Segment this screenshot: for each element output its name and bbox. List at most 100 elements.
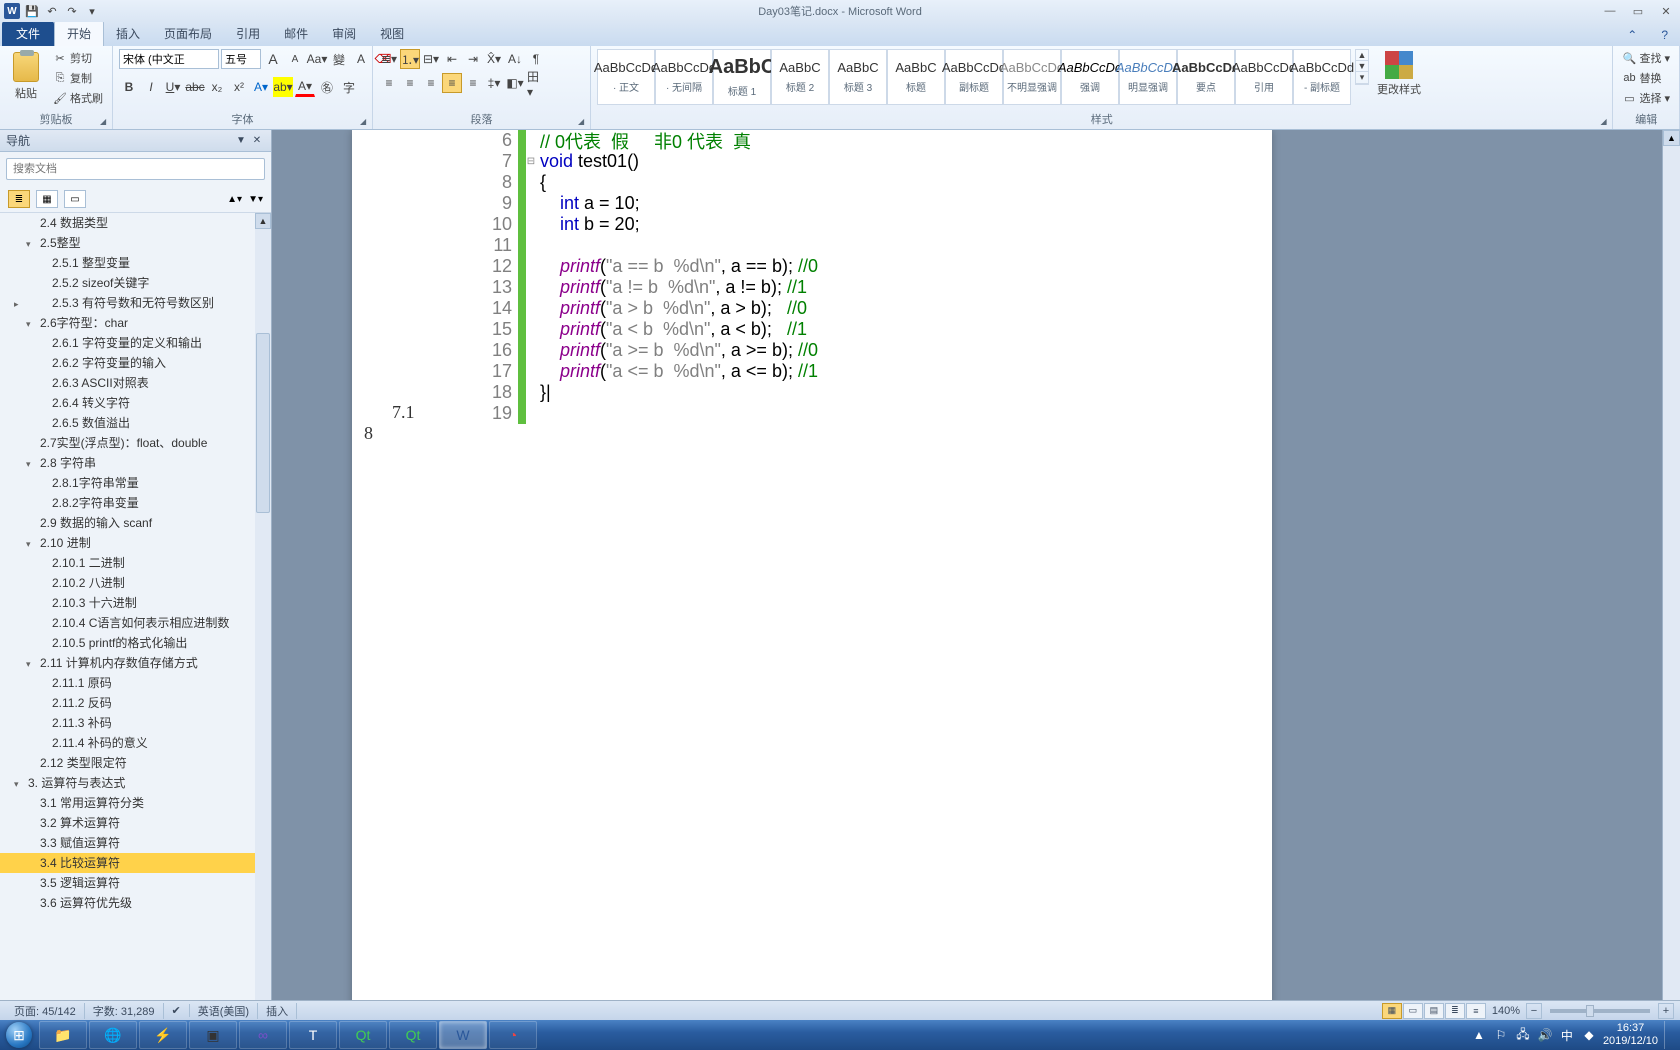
- enclose-char-button[interactable]: 字: [339, 77, 359, 97]
- styles-scroll[interactable]: ▲▼▾: [1355, 49, 1369, 85]
- style-item[interactable]: AaBbCcDd· 无间隔: [655, 49, 713, 105]
- superscript-button[interactable]: x²: [229, 77, 249, 97]
- nav-item[interactable]: ▾2.11 计算机内存数值存储方式: [0, 653, 271, 673]
- nav-item[interactable]: 2.4 数据类型: [0, 213, 271, 233]
- nav-item[interactable]: 2.9 数据的输入 scanf: [0, 513, 271, 533]
- style-item[interactable]: AaBbCcDd· 正文: [597, 49, 655, 105]
- align-left-button[interactable]: ≡: [379, 73, 399, 93]
- borders-button[interactable]: 田▾: [526, 73, 546, 93]
- style-item[interactable]: AaBbC标题 3: [829, 49, 887, 105]
- clipboard-dialog-launcher[interactable]: ◢: [100, 117, 110, 127]
- view-draft[interactable]: ≡: [1466, 1003, 1486, 1019]
- nav-item[interactable]: 2.7实型(浮点型)：float、double: [0, 433, 271, 453]
- restore-button[interactable]: ▭: [1628, 4, 1648, 18]
- replace-button[interactable]: ab替换: [1619, 69, 1673, 87]
- tray-sound-icon[interactable]: 🔊: [1537, 1027, 1553, 1043]
- nav-scroll-thumb[interactable]: [256, 333, 270, 513]
- nav-item[interactable]: 2.10.4 C语言如何表示相应进制数: [0, 613, 271, 633]
- underline-button[interactable]: U▾: [163, 77, 183, 97]
- save-icon[interactable]: 💾: [24, 3, 40, 19]
- nav-item[interactable]: 2.5.1 整型变量: [0, 253, 271, 273]
- nav-next-icon[interactable]: ▼▾: [248, 194, 263, 205]
- zoom-thumb[interactable]: [1586, 1005, 1594, 1017]
- subscript-button[interactable]: x₂: [207, 77, 227, 97]
- tab-review[interactable]: 审阅: [320, 21, 368, 46]
- nav-item[interactable]: ▾2.8 字符串: [0, 453, 271, 473]
- nav-item[interactable]: 2.6.1 字符变量的定义和输出: [0, 333, 271, 353]
- nav-item[interactable]: 2.5.2 sizeof关键字: [0, 273, 271, 293]
- nav-item[interactable]: 2.6.4 转义字符: [0, 393, 271, 413]
- increase-indent-button[interactable]: ⇥: [463, 49, 483, 69]
- styles-dialog-launcher[interactable]: ◢: [1600, 117, 1610, 127]
- nav-view-pages[interactable]: ▦: [36, 190, 58, 208]
- status-words[interactable]: 字数: 31,289: [85, 1003, 164, 1019]
- nav-item[interactable]: 2.10.1 二进制: [0, 553, 271, 573]
- redo-icon[interactable]: ↷: [64, 3, 80, 19]
- taskbar-app-chrome[interactable]: 🌐: [89, 1021, 137, 1049]
- font-name-combo[interactable]: [119, 49, 219, 69]
- tab-file[interactable]: 文件: [2, 21, 54, 46]
- phonetic-button[interactable]: 變: [329, 49, 349, 69]
- nav-item[interactable]: 2.12 类型限定符: [0, 753, 271, 773]
- nav-prev-icon[interactable]: ▲▾: [227, 194, 242, 205]
- nav-item[interactable]: 3.1 常用运算符分类: [0, 793, 271, 813]
- tab-references[interactable]: 引用: [224, 21, 272, 46]
- style-item[interactable]: AaBbCcDd- 副标题: [1293, 49, 1351, 105]
- tab-home[interactable]: 开始: [54, 20, 104, 46]
- nav-view-headings[interactable]: ≣: [8, 190, 30, 208]
- show-marks-button[interactable]: ¶: [526, 49, 546, 69]
- align-center-button[interactable]: ≡: [400, 73, 420, 93]
- select-button[interactable]: ▭选择 ▾: [1619, 89, 1673, 107]
- vertical-scrollbar[interactable]: ▲ ▼: [1662, 130, 1680, 1020]
- tray-app-icon[interactable]: ◆: [1581, 1027, 1597, 1043]
- zoom-in-button[interactable]: +: [1658, 1003, 1674, 1019]
- taskbar-app-app9[interactable]: ◔: [489, 1021, 537, 1049]
- style-item[interactable]: AaBbCcDd不明显强调: [1003, 49, 1061, 105]
- nav-item[interactable]: 3.4 比较运算符: [0, 853, 271, 873]
- text-effects-button[interactable]: A▾: [251, 77, 271, 97]
- tray-up-icon[interactable]: ▲: [1471, 1027, 1487, 1043]
- tab-layout[interactable]: 页面布局: [152, 21, 224, 46]
- view-web[interactable]: ▤: [1424, 1003, 1444, 1019]
- asian-layout-button[interactable]: X̂▾: [484, 49, 504, 69]
- zoom-out-button[interactable]: −: [1526, 1003, 1542, 1019]
- nav-item[interactable]: 2.11.2 反码: [0, 693, 271, 713]
- minimize-button[interactable]: —: [1600, 4, 1620, 18]
- clock[interactable]: 16:37 2019/12/10: [1603, 1022, 1658, 1048]
- nav-item[interactable]: 2.10.5 printf的格式化输出: [0, 633, 271, 653]
- taskbar-app-explorer[interactable]: 📁: [39, 1021, 87, 1049]
- taskbar-app-word[interactable]: W: [439, 1021, 487, 1049]
- highlight-button[interactable]: ab▾: [273, 77, 293, 97]
- align-distribute-button[interactable]: ≡: [463, 73, 483, 93]
- nav-item[interactable]: 2.11.3 补码: [0, 713, 271, 733]
- view-print-layout[interactable]: ▦: [1382, 1003, 1402, 1019]
- nav-item[interactable]: ▾3. 运算符与表达式: [0, 773, 271, 793]
- tab-insert[interactable]: 插入: [104, 21, 152, 46]
- nav-item[interactable]: ▾2.5整型: [0, 233, 271, 253]
- qat-more-icon[interactable]: ▾: [84, 3, 100, 19]
- nav-item[interactable]: 2.10.2 八进制: [0, 573, 271, 593]
- multilevel-button[interactable]: ⊟▾: [421, 49, 441, 69]
- align-right-button[interactable]: ≡: [421, 73, 441, 93]
- undo-icon[interactable]: ↶: [44, 3, 60, 19]
- document-area[interactable]: 6// 0代表 假 非0 代表 真7⊟void test01()8{9 int …: [272, 130, 1680, 1020]
- status-mode[interactable]: 插入: [258, 1003, 297, 1019]
- nav-view-results[interactable]: ▭: [64, 190, 86, 208]
- paragraph-dialog-launcher[interactable]: ◢: [578, 117, 588, 127]
- taskbar-app-txt[interactable]: T: [289, 1021, 337, 1049]
- help-icon[interactable]: ?: [1649, 24, 1680, 46]
- numbering-button[interactable]: ⒈▾: [400, 49, 420, 69]
- style-item[interactable]: AaBbC标题 2: [771, 49, 829, 105]
- view-fullscreen[interactable]: ▭: [1403, 1003, 1423, 1019]
- paste-button[interactable]: 粘贴: [6, 49, 46, 103]
- bold-button[interactable]: B: [119, 77, 139, 97]
- styles-gallery[interactable]: AaBbCcDd· 正文AaBbCcDd· 无间隔AaBbC标题 1AaBbC标…: [597, 49, 1351, 105]
- char-shading-button[interactable]: ㊔: [317, 77, 337, 97]
- nav-tree[interactable]: 2.4 数据类型▾2.5整型2.5.1 整型变量2.5.2 sizeof关键字▸…: [0, 213, 271, 1020]
- sort-button[interactable]: A↓: [505, 49, 525, 69]
- italic-button[interactable]: I: [141, 77, 161, 97]
- zoom-slider[interactable]: [1550, 1009, 1650, 1013]
- font-color-button[interactable]: A▾: [295, 77, 315, 97]
- nav-item[interactable]: 3.6 运算符优先级: [0, 893, 271, 913]
- nav-item[interactable]: 3.3 赋值运算符: [0, 833, 271, 853]
